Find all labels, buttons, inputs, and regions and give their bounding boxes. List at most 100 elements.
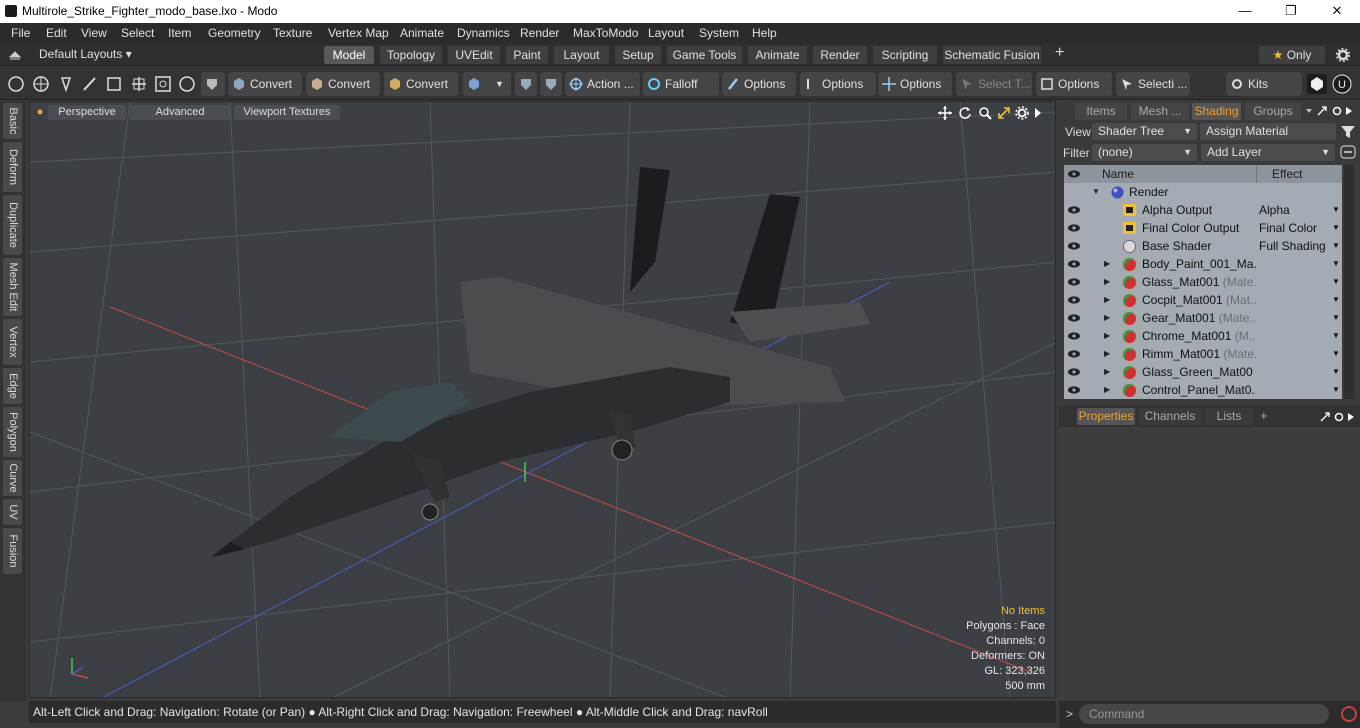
shield-button[interactable] [201,72,225,96]
filter-icon[interactable] [1340,124,1356,140]
expand-triangle-icon[interactable]: ▶ [1104,255,1110,273]
tree-row-final-color-output[interactable]: Final Color Output Final Color ▼ [1064,219,1342,237]
chevron-down-icon[interactable]: ▼ [1332,255,1340,273]
select-through-button[interactable]: Select T... [956,72,1032,96]
vertex-select-icon[interactable] [6,74,26,94]
menu-item[interactable]: Item [168,26,191,40]
menu-maxtomodo[interactable]: MaxToModo [573,26,638,40]
tab-layout[interactable]: Layout [554,46,609,64]
eye-icon[interactable] [1067,241,1081,251]
tab-render[interactable]: Render [813,46,867,64]
tab-basic[interactable]: Basic [3,103,22,139]
globe-icon[interactable] [31,74,51,94]
maximize-viewport-icon[interactable] [997,106,1011,120]
eye-icon[interactable] [1067,349,1081,359]
expand-triangle-icon[interactable]: ▶ [1104,291,1110,309]
workplane-button[interactable] [540,72,562,96]
filter-dropdown[interactable]: (none) ▼ [1092,144,1197,161]
symmetry-button[interactable] [515,72,537,96]
selection-button[interactable]: Selecti ... [1116,72,1190,96]
command-input[interactable]: Command [1079,704,1329,724]
close-button[interactable]: ✕ [1314,0,1360,23]
kits-button[interactable]: Kits [1226,72,1302,96]
chevron-down-icon[interactable]: ▼ [1332,381,1340,399]
collapse-icon[interactable] [1340,145,1356,159]
chevron-down-icon[interactable]: ▼ [1332,237,1340,255]
gear-icon[interactable] [1336,48,1350,62]
convert-button-2[interactable]: Convert [306,72,380,96]
gear-icon[interactable] [1015,106,1029,120]
tab-items[interactable]: Items [1075,103,1127,120]
menu-edit[interactable]: Edit [46,26,67,40]
tree-row-material[interactable]: ▶ Body_Paint_001_Ma... ▼ [1064,255,1342,273]
options-button-4[interactable]: Options [1036,72,1112,96]
chevron-down-icon[interactable]: ▼ [1332,327,1340,345]
3d-viewport[interactable]: Perspective Advanced Viewport Textures N… [29,101,1056,698]
tab-mesh-edit[interactable]: Mesh Edit [3,258,22,316]
convert-button-3[interactable]: Convert [384,72,458,96]
options-button-1[interactable]: Options [722,72,796,96]
tab-uv[interactable]: UV [3,499,22,525]
tab-game-tools[interactable]: Game Tools [667,46,742,64]
tab-schematic-fusion[interactable]: Schematic Fusion [943,46,1041,64]
tab-polygon[interactable]: Polygon [3,407,22,457]
menu-texture[interactable]: Texture [273,26,312,40]
tab-setup[interactable]: Setup [615,46,661,64]
column-effect[interactable]: Effect [1256,165,1302,183]
eye-icon[interactable] [1067,367,1081,377]
tab-groups[interactable]: Groups [1245,103,1301,120]
chevron-down-icon[interactable]: ▼ [1332,291,1340,309]
eye-icon[interactable] [1067,331,1081,341]
default-layouts-dropdown[interactable]: Default Layouts ▾ [39,47,132,61]
chevron-down-icon[interactable]: ▼ [1332,309,1340,327]
options-button-2[interactable]: Options [800,72,876,96]
menu-vertex-map[interactable]: Vertex Map [328,26,389,40]
convert-button-1[interactable]: Convert [228,72,302,96]
tab-properties[interactable]: Properties [1077,408,1135,425]
falloff-button[interactable]: Falloff [643,72,719,96]
polygon-select-icon[interactable] [129,74,149,94]
eye-icon[interactable] [1067,277,1081,287]
expand-triangle-icon[interactable]: ▶ [1104,273,1110,291]
menu-select[interactable]: Select [121,26,154,40]
menu-animate[interactable]: Animate [400,26,444,40]
unity-icon[interactable] [1307,74,1327,94]
menu-render[interactable]: Render [520,26,559,40]
tree-row-material[interactable]: ▶ Glass_Green_Mat00 ... ▼ [1064,363,1342,381]
menu-help[interactable]: Help [752,26,777,40]
tab-shading[interactable]: Shading [1192,103,1241,120]
minimize-button[interactable]: — [1222,0,1268,23]
edge-select-icon[interactable] [104,74,124,94]
tab-curve[interactable]: Curve [3,460,22,496]
tab-scripting[interactable]: Scripting [873,46,937,64]
tab-lists[interactable]: Lists [1205,408,1253,425]
advanced-dropdown[interactable]: Advanced [130,105,230,120]
expand-triangle-icon[interactable]: ▶ [1104,327,1110,345]
add-layer-dropdown[interactable]: Add Layer ▼ [1201,144,1335,161]
pan-icon[interactable] [938,106,952,120]
eye-icon[interactable] [1067,205,1081,215]
tree-row-base-shader[interactable]: Base Shader Full Shading ▼ [1064,237,1342,255]
layout-menu-icon[interactable] [9,49,21,61]
tab-edge[interactable]: Edge [3,368,22,404]
tree-row-alpha-output[interactable]: Alpha Output Alpha ▼ [1064,201,1342,219]
chevron-down-icon[interactable]: ▼ [1332,201,1340,219]
only-toggle[interactable]: ★ Only [1259,46,1325,64]
unreal-icon[interactable]: U [1332,74,1352,94]
eye-icon[interactable] [1067,259,1081,269]
tab-fusion[interactable]: Fusion [3,528,22,574]
view-dropdown[interactable]: Shader Tree ▼ [1092,123,1197,140]
expand-triangle-icon[interactable]: ▶ [1104,381,1110,399]
chevron-down-icon[interactable]: ▼ [1332,273,1340,291]
eye-icon[interactable] [1067,385,1081,395]
expand-triangle-icon[interactable]: ▼ [1092,183,1100,201]
eye-icon[interactable] [1067,223,1081,233]
zoom-icon[interactable] [978,106,992,120]
tab-uvedit[interactable]: UVEdit [448,46,500,64]
column-name[interactable]: Name [1102,165,1134,183]
material-select-icon[interactable] [177,74,197,94]
tree-row-material[interactable]: ▶ Control_Panel_Mat0... ▼ [1064,381,1342,399]
tree-row-material[interactable]: ▶ Glass_Mat001 (Mate... ▼ [1064,273,1342,291]
tree-row-material[interactable]: ▶ Chrome_Mat001 (M... ▼ [1064,327,1342,345]
add-tab-button[interactable]: + [1260,408,1268,423]
